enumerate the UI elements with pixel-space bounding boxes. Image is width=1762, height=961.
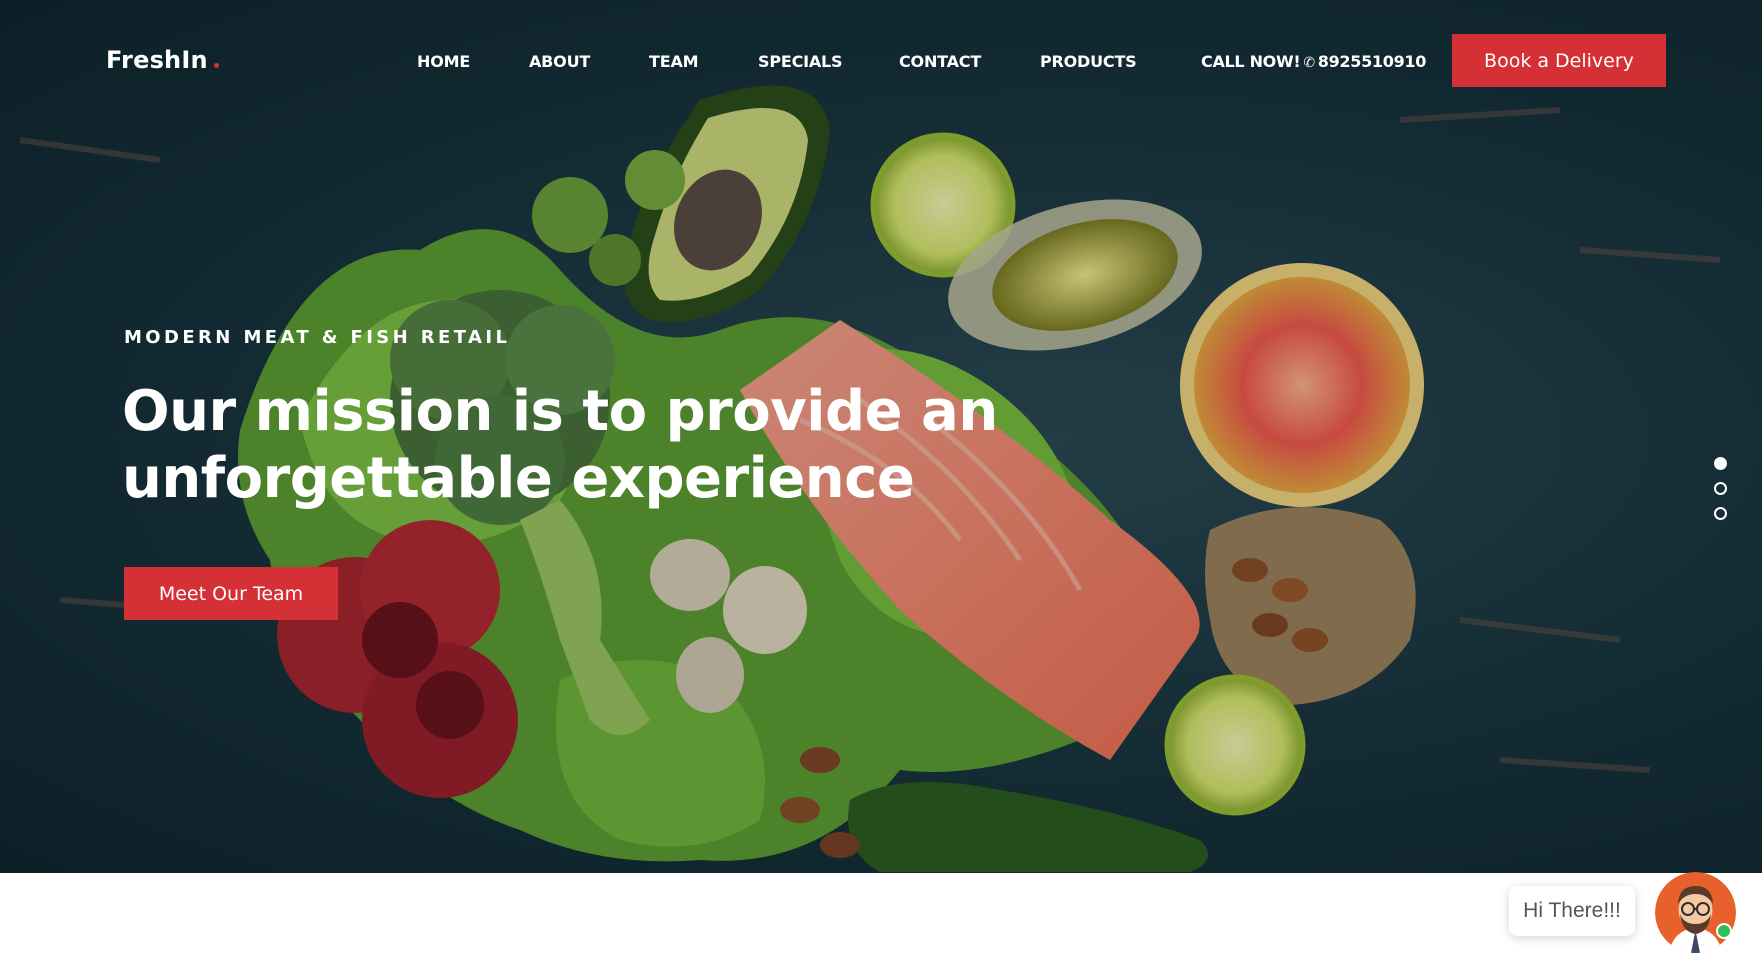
hero-headline-line1: Our mission is to provide an xyxy=(122,379,998,444)
hero-headline-line2: unforgettable experience xyxy=(122,446,915,511)
nav-about[interactable]: ABOUT xyxy=(529,52,590,71)
brand-dot xyxy=(213,63,219,68)
nav-home[interactable]: HOME xyxy=(417,52,470,71)
chat-avatar-graphic xyxy=(1655,872,1736,953)
meet-team-button[interactable]: Meet Our Team xyxy=(124,567,338,620)
chat-avatar-icon[interactable] xyxy=(1655,872,1736,953)
phone-number: 8925510910 xyxy=(1317,52,1427,71)
nav-team[interactable]: TEAM xyxy=(649,52,699,71)
slider-dot-2[interactable] xyxy=(1714,482,1727,495)
hero-kicker: MODERN MEAT & FISH RETAIL xyxy=(124,327,511,348)
book-delivery-button[interactable]: Book a Delivery xyxy=(1452,34,1666,87)
call-now[interactable]: CALL NOW! ✆ 8925510910 xyxy=(1201,52,1426,71)
nav-specials[interactable]: SPECIALS xyxy=(758,52,843,71)
slider-dot-3[interactable] xyxy=(1714,507,1727,520)
online-status-icon xyxy=(1716,923,1732,939)
slider-dot-1[interactable] xyxy=(1714,457,1727,470)
hero-headline: Our mission is to provide an unforgettab… xyxy=(122,378,1022,512)
slider-pagination xyxy=(1714,457,1730,532)
nav-contact[interactable]: CONTACT xyxy=(899,52,981,71)
phone-icon: ✆ xyxy=(1303,55,1315,71)
brand-name: FreshIn xyxy=(106,46,208,74)
chat-greeting-bubble[interactable]: Hi There!!! xyxy=(1509,886,1635,936)
call-now-label: CALL NOW! xyxy=(1201,52,1301,71)
nav-products[interactable]: PRODUCTS xyxy=(1040,52,1137,71)
brand-logo[interactable]: FreshIn xyxy=(106,46,219,74)
